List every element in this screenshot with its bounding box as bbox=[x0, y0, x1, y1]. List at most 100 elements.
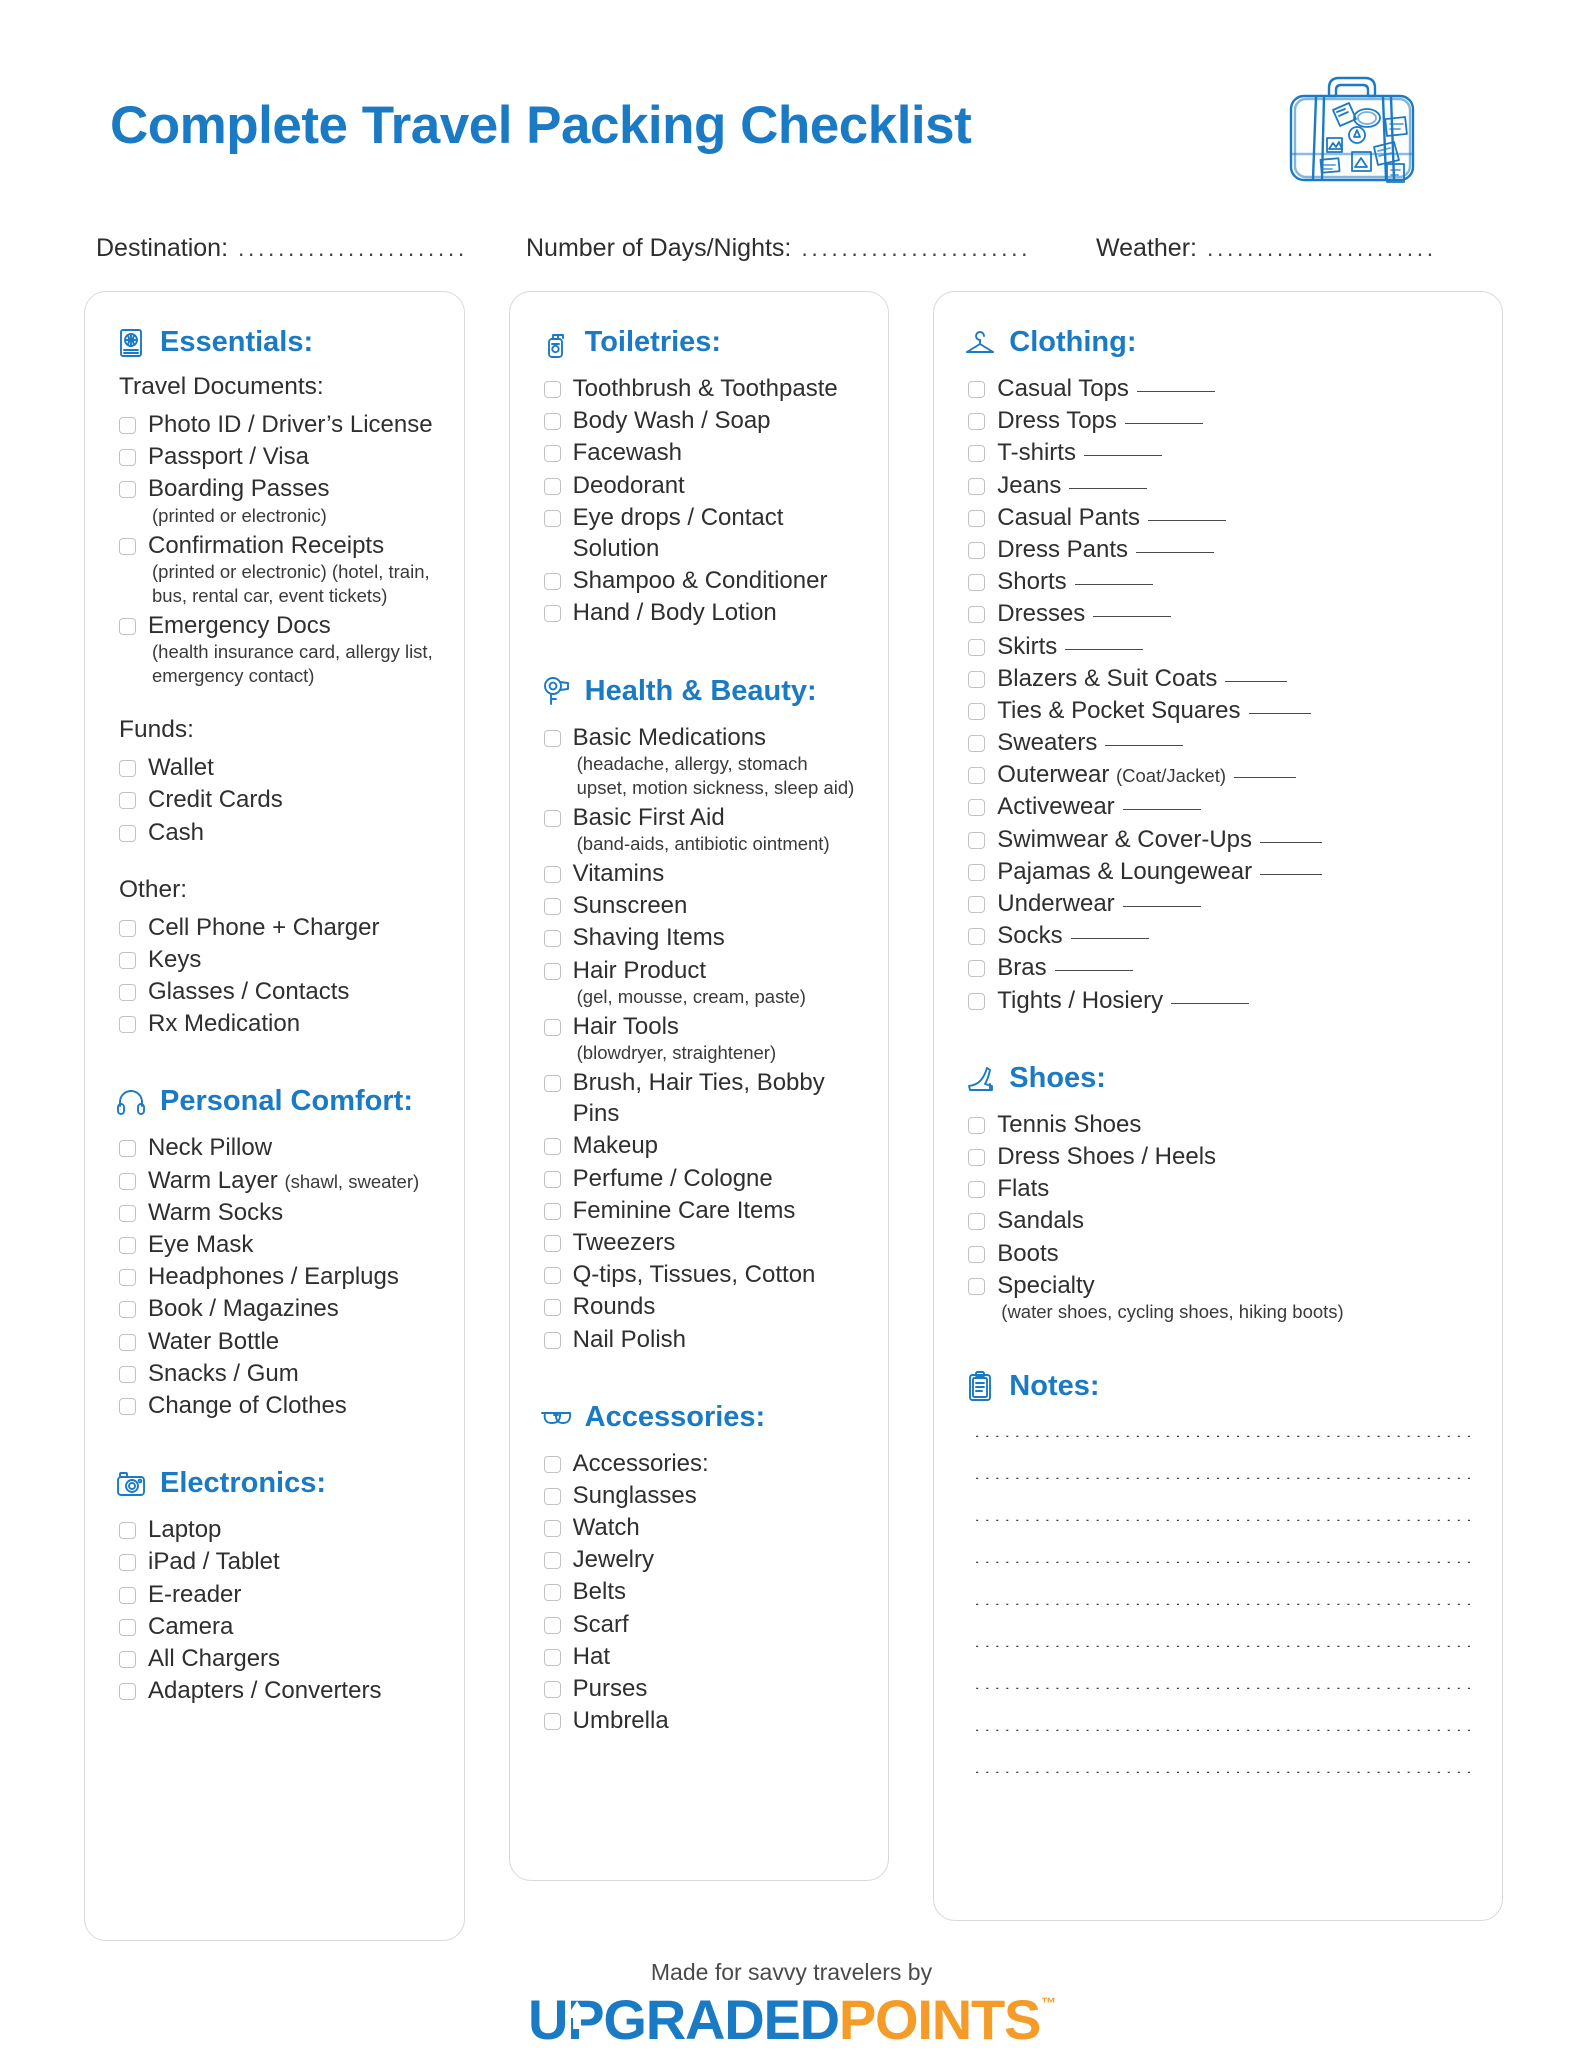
checklist-item[interactable]: Basic Medications bbox=[543, 722, 863, 753]
write-in-line[interactable] bbox=[1105, 745, 1184, 747]
checkbox[interactable] bbox=[119, 1650, 136, 1668]
checklist-item[interactable]: Socks bbox=[968, 920, 1476, 951]
write-in-line[interactable] bbox=[1083, 455, 1162, 457]
checklist-item[interactable]: Hand / Body Lotion bbox=[543, 597, 863, 628]
checkbox[interactable] bbox=[543, 898, 561, 916]
checkbox[interactable] bbox=[543, 1234, 561, 1252]
notes-line[interactable]: ........................................… bbox=[974, 1421, 1476, 1437]
destination-input-line[interactable]: ............................. bbox=[238, 235, 468, 262]
write-in-line[interactable] bbox=[1248, 712, 1311, 714]
write-in-line[interactable] bbox=[1136, 551, 1214, 553]
checklist-item[interactable]: Passport / Visa bbox=[119, 441, 438, 472]
checkbox[interactable] bbox=[119, 1269, 136, 1287]
checklist-item[interactable]: Hat bbox=[543, 1641, 863, 1672]
checkbox[interactable] bbox=[968, 574, 986, 592]
checklist-item[interactable]: Basic First Aid bbox=[543, 802, 863, 833]
checkbox[interactable] bbox=[968, 960, 986, 978]
checklist-item[interactable]: Belts bbox=[543, 1576, 863, 1607]
checklist-item[interactable]: Hair Product bbox=[543, 955, 863, 986]
checkbox[interactable] bbox=[968, 445, 986, 463]
write-in-line[interactable] bbox=[1260, 873, 1323, 875]
checklist-item[interactable]: Confirmation Receipts bbox=[119, 530, 438, 561]
checklist-item[interactable]: Feminine Care Items bbox=[543, 1195, 863, 1226]
checklist-item[interactable]: Tights / Hosiery bbox=[968, 985, 1476, 1016]
checklist-item[interactable]: Warm Layer (shawl, sweater) bbox=[119, 1165, 438, 1196]
checklist-item[interactable]: iPad / Tablet bbox=[119, 1546, 438, 1577]
checklist-item[interactable]: Activewear bbox=[968, 791, 1476, 822]
checklist-item[interactable]: Scarf bbox=[543, 1609, 863, 1640]
checklist-item[interactable]: Emergency Docs bbox=[119, 610, 438, 641]
checklist-item[interactable]: Q-tips, Tissues, Cotton bbox=[543, 1259, 863, 1290]
checkbox[interactable] bbox=[543, 866, 561, 884]
checkbox[interactable] bbox=[968, 1277, 986, 1295]
checklist-item[interactable]: Warm Socks bbox=[119, 1197, 438, 1228]
checklist-item[interactable]: Rounds bbox=[543, 1291, 863, 1322]
checkbox[interactable] bbox=[968, 799, 986, 817]
checkbox[interactable] bbox=[543, 1202, 561, 1220]
checkbox[interactable] bbox=[543, 1455, 561, 1473]
checkbox[interactable] bbox=[968, 606, 986, 624]
checkbox[interactable] bbox=[543, 1075, 561, 1093]
checkbox[interactable] bbox=[968, 638, 986, 656]
checkbox[interactable] bbox=[119, 417, 136, 434]
checkbox[interactable] bbox=[119, 1365, 136, 1383]
checklist-item[interactable]: Toothbrush & Toothpaste bbox=[543, 373, 863, 404]
checkbox[interactable] bbox=[968, 1148, 986, 1166]
checkbox[interactable] bbox=[543, 1138, 561, 1156]
checklist-item[interactable]: Pajamas & Loungewear bbox=[968, 856, 1476, 887]
checklist-item[interactable]: Boots bbox=[968, 1238, 1476, 1269]
checkbox[interactable] bbox=[543, 1584, 561, 1602]
checkbox[interactable] bbox=[968, 896, 986, 913]
checkbox[interactable] bbox=[119, 449, 136, 467]
checklist-item[interactable]: Accessories: bbox=[543, 1448, 863, 1479]
upgraded-points-logo[interactable]: UPGRADED POINTS ™ bbox=[528, 1992, 1056, 2048]
checkbox[interactable] bbox=[968, 767, 986, 785]
checklist-item[interactable]: Water Bottle bbox=[119, 1326, 438, 1357]
checklist-item[interactable]: Shorts bbox=[968, 566, 1476, 597]
checkbox[interactable] bbox=[543, 413, 561, 431]
checklist-item[interactable]: Dresses bbox=[968, 598, 1476, 629]
write-in-line[interactable] bbox=[1171, 1002, 1250, 1004]
checklist-item[interactable]: Hair Tools bbox=[543, 1011, 863, 1042]
checklist-item[interactable]: E-reader bbox=[119, 1579, 438, 1610]
checkbox[interactable] bbox=[968, 541, 986, 559]
checkbox[interactable] bbox=[543, 809, 561, 827]
checkbox[interactable] bbox=[968, 670, 986, 688]
checkbox[interactable] bbox=[119, 1301, 136, 1319]
checklist-item[interactable]: Watch bbox=[543, 1512, 863, 1543]
checklist-item[interactable]: Jewelry bbox=[543, 1544, 863, 1575]
checklist-item[interactable]: Shampoo & Conditioner bbox=[543, 565, 863, 596]
notes-line[interactable]: ........................................… bbox=[974, 1589, 1476, 1605]
checklist-item[interactable]: All Chargers bbox=[119, 1643, 438, 1674]
write-in-line[interactable] bbox=[1069, 487, 1148, 489]
write-in-line[interactable] bbox=[1093, 616, 1172, 618]
checklist-item[interactable]: Sunscreen bbox=[543, 890, 863, 921]
checklist-item[interactable]: Cash bbox=[119, 817, 438, 848]
checkbox[interactable] bbox=[543, 729, 561, 747]
checkbox[interactable] bbox=[119, 617, 136, 635]
checkbox[interactable] bbox=[119, 1204, 136, 1222]
checklist-item[interactable]: Blazers & Suit Coats bbox=[968, 663, 1476, 694]
write-in-line[interactable] bbox=[1136, 391, 1215, 392]
checklist-item[interactable]: Boarding Passes bbox=[119, 473, 438, 504]
checkbox[interactable] bbox=[119, 1586, 136, 1604]
checkbox[interactable] bbox=[119, 1016, 136, 1034]
checklist-item[interactable]: Camera bbox=[119, 1611, 438, 1642]
checklist-item[interactable]: Tweezers bbox=[543, 1227, 863, 1258]
checkbox[interactable] bbox=[543, 1520, 561, 1538]
write-in-line[interactable] bbox=[1122, 809, 1201, 811]
checklist-item[interactable]: Snacks / Gum bbox=[119, 1358, 438, 1389]
checklist-item[interactable]: Neck Pillow bbox=[119, 1132, 438, 1163]
checkbox[interactable] bbox=[543, 1681, 561, 1699]
checkbox[interactable] bbox=[543, 1713, 561, 1731]
write-in-line[interactable] bbox=[1124, 423, 1203, 425]
checkbox[interactable] bbox=[968, 1116, 986, 1134]
checklist-item[interactable]: T-shirts bbox=[968, 437, 1476, 468]
checkbox[interactable] bbox=[968, 1245, 986, 1263]
write-in-line[interactable] bbox=[1070, 938, 1149, 940]
notes-line[interactable]: ........................................… bbox=[974, 1505, 1476, 1521]
checklist-item[interactable]: Facewash bbox=[543, 437, 863, 468]
checkbox[interactable] bbox=[543, 477, 561, 495]
checkbox[interactable] bbox=[543, 930, 561, 948]
checkbox[interactable] bbox=[968, 1213, 986, 1231]
